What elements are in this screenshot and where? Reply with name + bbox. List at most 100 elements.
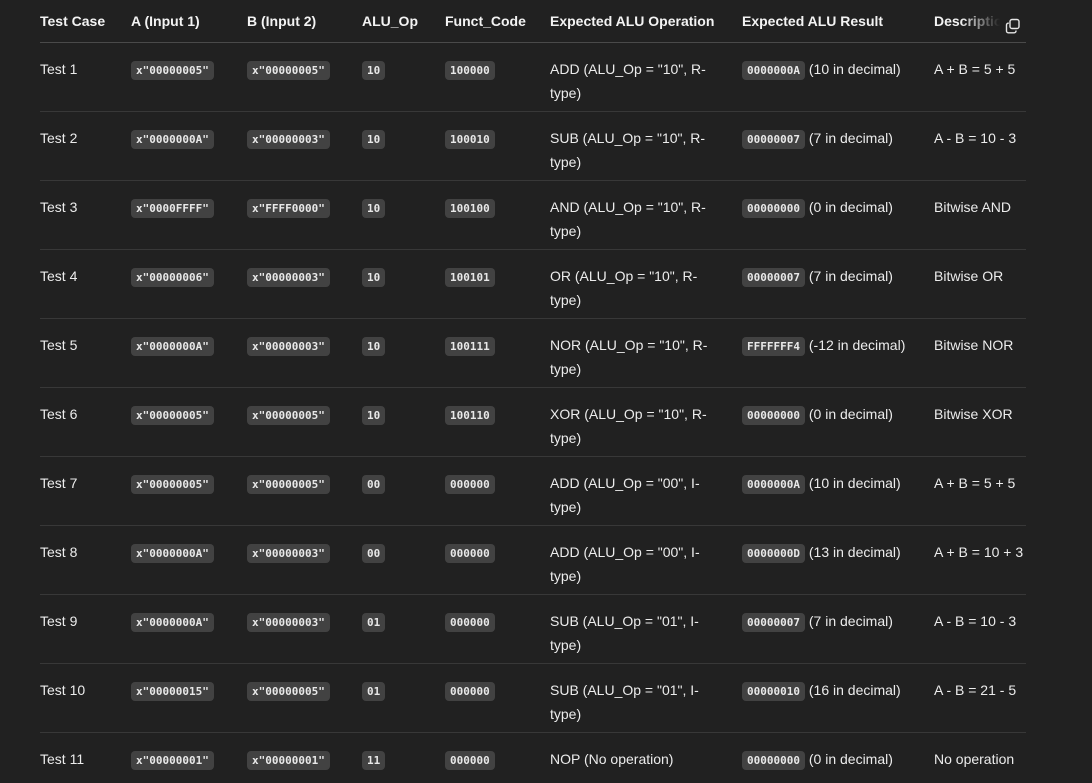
- result-decimal-text: (0 in decimal): [808, 406, 893, 422]
- cell-expected-result: 00000000 (0 in decimal): [742, 733, 934, 783]
- cell-test-case: Test 4: [40, 249, 131, 319]
- expected-operation-text: ADD (ALU_Op = "10", R-type): [550, 61, 706, 101]
- cell-expected-result: 0000000D (13 in decimal): [742, 525, 934, 595]
- b-input-code: x"00000005": [247, 61, 330, 80]
- table-row: Test 11 x"00000001" x"00000001" 11 000000 NOP…: [40, 733, 1026, 783]
- cell-alu-op: 00: [362, 456, 445, 526]
- cell-expected-result: 00000007 (7 in decimal): [742, 111, 934, 181]
- cell-alu-op: 10: [362, 180, 445, 250]
- alu-test-table-container[interactable]: Test Case A (Input 1) B (Input 2) ALU_Op…: [40, 0, 1026, 783]
- cell-description: A - B = 21 - 5: [934, 663, 1026, 733]
- cell-expected-operation: NOR (ALU_Op = "10", R-type): [550, 318, 742, 388]
- result-decimal-text: (16 in decimal): [808, 682, 901, 698]
- cell-expected-operation: AND (ALU_Op = "10", R-type): [550, 180, 742, 250]
- test-case-label: Test 4: [40, 268, 78, 284]
- description-text: No operation: [934, 751, 1015, 767]
- cell-test-case: Test 3: [40, 180, 131, 250]
- header-a-input: A (Input 1): [131, 0, 247, 43]
- b-input-code: x"00000003": [247, 337, 330, 356]
- cell-a-input: x"00000015": [131, 663, 247, 733]
- cell-test-case: Test 11: [40, 733, 131, 783]
- header-expected-operation: Expected ALU Operation: [550, 0, 742, 43]
- cell-funct-code: 100110: [445, 387, 550, 457]
- table-header-row: Test Case A (Input 1) B (Input 2) ALU_Op…: [40, 0, 1026, 43]
- cell-description: No operation: [934, 733, 1026, 783]
- result-decimal-text: (10 in decimal): [808, 61, 901, 77]
- b-input-code: x"00000005": [247, 475, 330, 494]
- alu-op-code: 00: [362, 475, 386, 494]
- table-row: Test 9 x"0000000A" x"00000003" 01 000000 SUB …: [40, 594, 1026, 664]
- a-input-code: x"0000000A": [131, 544, 214, 563]
- cell-alu-op: 00: [362, 525, 445, 595]
- result-decimal-text: (10 in decimal): [808, 475, 901, 491]
- funct-code: 100100: [445, 199, 495, 218]
- cell-expected-result: FFFFFFF4 (-12 in decimal): [742, 318, 934, 388]
- cell-description: A + B = 5 + 5: [934, 456, 1026, 526]
- funct-code: 000000: [445, 613, 495, 632]
- b-input-code: x"00000003": [247, 613, 330, 632]
- result-decimal-text: (7 in decimal): [808, 613, 893, 629]
- cell-description: Bitwise XOR: [934, 387, 1026, 457]
- result-code: FFFFFFF4: [742, 337, 805, 356]
- copy-table-button[interactable]: [1000, 14, 1026, 40]
- expected-operation-text: SUB (ALU_Op = "01", I-type): [550, 613, 699, 653]
- cell-funct-code: 000000: [445, 733, 550, 783]
- alu-op-code: 10: [362, 199, 386, 218]
- cell-a-input: x"0000000A": [131, 318, 247, 388]
- alu-op-code: 10: [362, 61, 386, 80]
- cell-funct-code: 000000: [445, 525, 550, 595]
- funct-code: 000000: [445, 544, 495, 563]
- cell-funct-code: 000000: [445, 456, 550, 526]
- cell-test-case: Test 8: [40, 525, 131, 595]
- cell-description: Bitwise NOR: [934, 318, 1026, 388]
- test-case-label: Test 1: [40, 61, 78, 77]
- cell-expected-result: 0000000A (10 in decimal): [742, 456, 934, 526]
- a-input-code: x"0000FFFF": [131, 199, 214, 218]
- result-code: 00000007: [742, 268, 805, 287]
- expected-operation-text: NOP (No operation): [550, 751, 674, 767]
- result-code: 0000000A: [742, 475, 805, 494]
- cell-a-input: x"00000005": [131, 387, 247, 457]
- cell-expected-operation: SUB (ALU_Op = "01", I-type): [550, 663, 742, 733]
- result-decimal-text: (0 in decimal): [808, 751, 893, 767]
- table-row: Test 4 x"00000006" x"00000003" 10 100101 OR (…: [40, 249, 1026, 319]
- cell-description: A - B = 10 - 3: [934, 111, 1026, 181]
- funct-code: 100101: [445, 268, 495, 287]
- header-expected-result: Expected ALU Result: [742, 0, 934, 43]
- cell-funct-code: 100000: [445, 42, 550, 112]
- result-code: 0000000A: [742, 61, 805, 80]
- cell-expected-result: 00000007 (7 in decimal): [742, 249, 934, 319]
- cell-alu-op: 10: [362, 318, 445, 388]
- description-text: A + B = 10 + 3: [934, 544, 1024, 560]
- test-case-label: Test 3: [40, 199, 78, 215]
- expected-operation-text: SUB (ALU_Op = "10", R-type): [550, 130, 706, 170]
- a-input-code: x"00000006": [131, 268, 214, 287]
- result-code: 00000007: [742, 613, 805, 632]
- expected-operation-text: NOR (ALU_Op = "10", R-type): [550, 337, 708, 377]
- cell-expected-result: 00000000 (0 in decimal): [742, 180, 934, 250]
- result-decimal-text: (13 in decimal): [808, 544, 901, 560]
- alu-op-code: 10: [362, 406, 386, 425]
- cell-funct-code: 000000: [445, 663, 550, 733]
- cell-b-input: x"00000005": [247, 456, 362, 526]
- alu-op-code: 10: [362, 130, 386, 149]
- cell-a-input: x"0000000A": [131, 111, 247, 181]
- expected-operation-text: SUB (ALU_Op = "01", I-type): [550, 682, 699, 722]
- funct-code: 100010: [445, 130, 495, 149]
- cell-expected-operation: ADD (ALU_Op = "00", I-type): [550, 525, 742, 595]
- alu-op-code: 10: [362, 268, 386, 287]
- expected-operation-text: ADD (ALU_Op = "00", I-type): [550, 475, 700, 515]
- test-case-label: Test 8: [40, 544, 78, 560]
- alu-op-code: 11: [362, 751, 386, 770]
- cell-funct-code: 100100: [445, 180, 550, 250]
- b-input-code: x"FFFF0000": [247, 199, 330, 218]
- result-decimal-text: (-12 in decimal): [808, 337, 906, 353]
- description-text: Bitwise AND: [934, 199, 1012, 215]
- cell-description: Bitwise AND: [934, 180, 1026, 250]
- b-input-code: x"00000003": [247, 544, 330, 563]
- result-code: 00000000: [742, 199, 805, 218]
- a-input-code: x"0000000A": [131, 130, 214, 149]
- cell-funct-code: 100101: [445, 249, 550, 319]
- cell-b-input: x"FFFF0000": [247, 180, 362, 250]
- description-text: Bitwise OR: [934, 268, 1004, 284]
